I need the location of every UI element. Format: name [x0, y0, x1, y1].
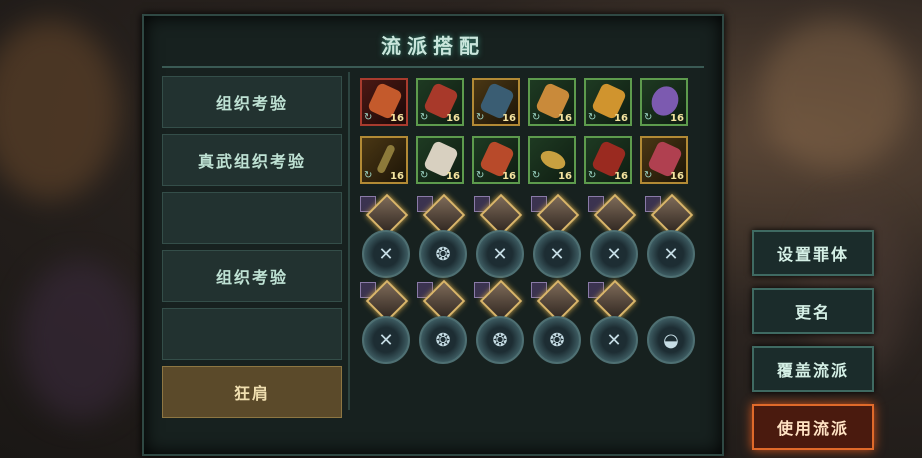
equip-slot-5[interactable]: ↻ 16	[584, 78, 632, 126]
team-row-1: ✕ ❂ ✕ ✕ ✕ ✕	[360, 193, 695, 278]
equip-level: 16	[502, 113, 516, 124]
equip-slot-12[interactable]: ↻ 16	[640, 136, 688, 184]
school-ring-icon: ❂	[476, 316, 524, 364]
member-slot[interactable]: ❂	[531, 279, 581, 364]
column-divider	[348, 72, 350, 410]
equipment-grid: ↻ 16 ↻ 16 ↻ 16 ↻ 16 ↻ 16 ↻ 16 ↻ 16 ↻ 16 …	[360, 78, 695, 364]
equip-slot-1[interactable]: ↻ 16	[360, 78, 408, 126]
equipment-row-2: ↻ 16 ↻ 16 ↻ 16 ↻ 16 ↻ 16 ↻ 16	[360, 136, 695, 184]
school-ring-icon: ✕	[533, 230, 581, 278]
equip-level: 16	[502, 171, 516, 182]
set-body-button[interactable]: 设置罪体	[752, 230, 874, 276]
equip-level: 16	[558, 113, 572, 124]
member-slot[interactable]: ❂	[417, 279, 467, 364]
loadout-item-6-selected[interactable]: 狂肩	[162, 366, 342, 418]
refresh-icon: ↻	[644, 170, 653, 181]
ring-icon	[537, 147, 569, 173]
equip-slot-8[interactable]: ↻ 16	[416, 136, 464, 184]
equip-slot-6[interactable]: ↻ 16	[640, 78, 688, 126]
loadout-item-3[interactable]	[162, 192, 342, 244]
school-ring-icon: ✕	[362, 316, 410, 364]
equip-level: 16	[558, 171, 572, 182]
school-ring-icon: ✕	[647, 230, 695, 278]
member-slot[interactable]: ✕	[360, 193, 410, 278]
refresh-icon: ↻	[588, 112, 597, 123]
member-slot[interactable]: ✕	[645, 193, 695, 278]
equip-level: 16	[670, 171, 684, 182]
equip-slot-4[interactable]: ↻ 16	[528, 78, 576, 126]
school-ring-icon: ✕	[590, 230, 638, 278]
equip-slot-7[interactable]: ↻ 16	[360, 136, 408, 184]
page-title: 流派搭配	[381, 34, 485, 58]
equip-level: 16	[614, 113, 628, 124]
team-row-2: ✕ ❂ ❂ ❂ ✕ ◒	[360, 279, 695, 364]
refresh-icon: ↻	[364, 170, 373, 181]
loadout-item-2[interactable]: 真武组织考验	[162, 134, 342, 186]
equip-slot-10[interactable]: ↻ 16	[528, 136, 576, 184]
refresh-icon: ↻	[420, 170, 429, 181]
member-slot[interactable]: ✕	[360, 279, 410, 364]
member-slot-empty[interactable]: ◒	[645, 280, 695, 364]
member-slot[interactable]: ✕	[474, 193, 524, 278]
empty-mask-icon: ◒	[647, 316, 695, 364]
school-ring-icon: ✕	[476, 230, 524, 278]
refresh-icon: ↻	[532, 112, 541, 123]
equip-slot-3[interactable]: ↻ 16	[472, 78, 520, 126]
refresh-icon: ↻	[476, 112, 485, 123]
member-slot[interactable]: ✕	[531, 193, 581, 278]
rename-button[interactable]: 更名	[752, 288, 874, 334]
refresh-icon: ↻	[364, 112, 373, 123]
member-slot[interactable]: ✕	[588, 279, 638, 364]
refresh-icon: ↻	[588, 170, 597, 181]
overwrite-button[interactable]: 覆盖流派	[752, 346, 874, 392]
equipment-row-1: ↻ 16 ↻ 16 ↻ 16 ↻ 16 ↻ 16 ↻ 16	[360, 78, 695, 126]
loadout-panel: 流派搭配 组织考验 真武组织考验 组织考验 狂肩 ↻ 16 ↻ 16 ↻ 16	[142, 14, 724, 456]
equip-level: 16	[390, 171, 404, 182]
member-slot[interactable]: ❂	[417, 193, 467, 278]
equip-level: 16	[446, 113, 460, 124]
loadout-item-4[interactable]: 组织考验	[162, 250, 342, 302]
refresh-icon: ↻	[644, 112, 653, 123]
equip-level: 16	[446, 171, 460, 182]
member-slot[interactable]: ✕	[588, 193, 638, 278]
school-ring-icon: ❂	[419, 230, 467, 278]
equip-slot-9[interactable]: ↻ 16	[472, 136, 520, 184]
refresh-icon: ↻	[420, 112, 429, 123]
school-ring-icon: ✕	[362, 230, 410, 278]
school-ring-icon: ❂	[419, 316, 467, 364]
equip-level: 16	[614, 171, 628, 182]
equip-level: 16	[670, 113, 684, 124]
loadout-item-1[interactable]: 组织考验	[162, 76, 342, 128]
title-divider	[162, 66, 704, 68]
equip-slot-2[interactable]: ↻ 16	[416, 78, 464, 126]
loadout-list: 组织考验 真武组织考验 组织考验 狂肩	[162, 76, 342, 424]
spear-icon	[376, 143, 396, 175]
refresh-icon: ↻	[476, 170, 485, 181]
school-ring-icon: ✕	[590, 316, 638, 364]
loadout-item-5[interactable]	[162, 308, 342, 360]
equip-slot-11[interactable]: ↻ 16	[584, 136, 632, 184]
refresh-icon: ↻	[532, 170, 541, 181]
equip-level: 16	[390, 113, 404, 124]
use-loadout-button[interactable]: 使用流派	[752, 404, 874, 450]
school-ring-icon: ❂	[533, 316, 581, 364]
member-slot[interactable]: ❂	[474, 279, 524, 364]
